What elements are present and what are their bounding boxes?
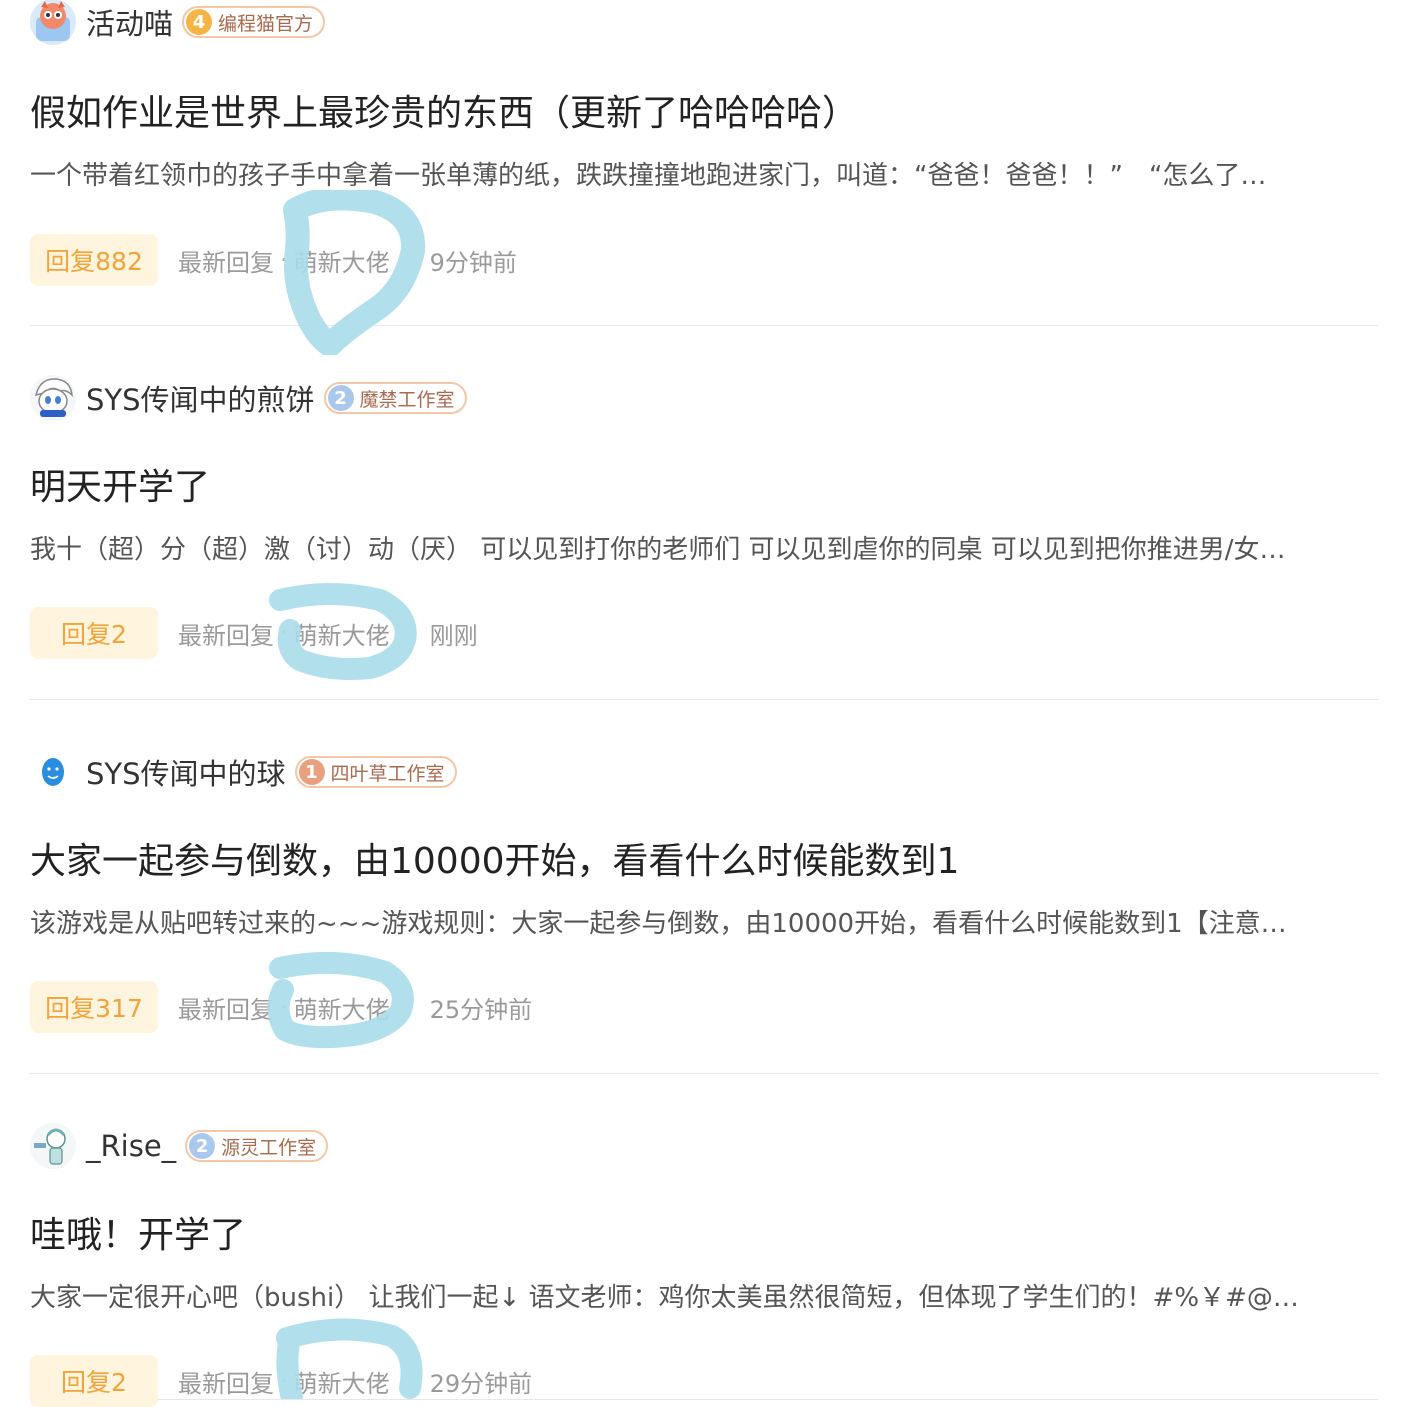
post-title[interactable]: 明天开学了	[30, 458, 210, 510]
post-excerpt[interactable]: 大家一定很开心吧（bushi） 让我们一起↓ 语文老师：鸡你太美虽然很简短，但体…	[30, 1277, 1378, 1314]
separator-dot: ·	[280, 619, 288, 647]
post-card[interactable]: _Rise_ 2 源灵工作室 哇哦！开学了 大家一定很开心吧（bushi） 让我…	[30, 1074, 1378, 1407]
meta-row: 回复317 最新回复 · 萌新大佬 25分钟前	[30, 981, 532, 1033]
post-excerpt[interactable]: 该游戏是从贴吧转过来的~~~游戏规则：大家一起参与倒数，由10000开始，看看什…	[30, 903, 1378, 940]
author-row: SYS传闻中的煎饼 2 魔禁工作室	[30, 373, 467, 423]
post-title[interactable]: 大家一起参与倒数，由10000开始，看看什么时候能数到1	[30, 832, 959, 884]
meta-row: 回复2 最新回复 · 萌新大佬 刚刚	[30, 607, 478, 659]
badge-label: 编程猫官方	[218, 12, 314, 35]
reply-time: 9分钟前	[429, 248, 517, 277]
sketch-character-icon[interactable]	[30, 1123, 76, 1169]
studio-badge[interactable]: 1 四叶草工作室	[294, 756, 457, 788]
post-excerpt[interactable]: 一个带着红领巾的孩子手中拿着一张单薄的纸，跌跌撞撞地跑进家门，叫道：“爸爸！爸爸…	[30, 155, 1378, 192]
cat-mascot-icon[interactable]	[30, 0, 76, 45]
author-row: 活动喵 4 编程猫官方	[30, 0, 326, 47]
separator-dot: ·	[280, 1367, 288, 1395]
post-card[interactable]: SYS传闻中的煎饼 2 魔禁工作室 明天开学了 我十（超）分（超）激（讨）动（厌…	[30, 326, 1378, 700]
level-icon: 2	[189, 1133, 216, 1159]
latest-reply-label: 最新回复	[178, 995, 274, 1024]
author-name[interactable]: SYS传闻中的球	[86, 751, 286, 793]
studio-badge[interactable]: 2 魔禁工作室	[323, 382, 467, 414]
reply-count-button[interactable]: 回复317	[30, 981, 158, 1033]
studio-badge[interactable]: 2 源灵工作室	[185, 1130, 329, 1162]
post-title[interactable]: 哇哦！开学了	[30, 1206, 246, 1258]
anime-character-icon[interactable]	[30, 375, 76, 421]
meta-row: 回复882 最新回复 · 萌新大佬 9分钟前	[30, 234, 517, 286]
latest-reply-user[interactable]: 萌新大佬	[294, 990, 390, 1025]
author-name[interactable]: _Rise_	[86, 1129, 176, 1163]
author-name[interactable]: 活动喵	[86, 1, 173, 43]
blue-ball-icon[interactable]	[30, 749, 76, 795]
author-row: SYS传闻中的球 1 四叶草工作室	[30, 747, 457, 797]
reply-count-button[interactable]: 回复2	[30, 1355, 158, 1407]
post-card[interactable]: SYS传闻中的球 1 四叶草工作室 大家一起参与倒数，由10000开始，看看什么…	[30, 700, 1378, 1074]
latest-reply-label: 最新回复	[178, 1369, 274, 1398]
latest-reply-label: 最新回复	[178, 621, 274, 650]
post-card[interactable]: 活动喵 4 编程猫官方 假如作业是世界上最珍贵的东西（更新了哈哈哈哈） 一个带着…	[30, 0, 1378, 326]
reply-time: 29分钟前	[429, 1369, 533, 1398]
latest-reply-user[interactable]: 萌新大佬	[294, 243, 390, 278]
level-icon: 4	[186, 9, 213, 35]
badge-label: 魔禁工作室	[359, 388, 455, 411]
latest-reply-user[interactable]: 萌新大佬	[294, 1364, 390, 1399]
badge-label: 源灵工作室	[221, 1136, 317, 1159]
meta-row: 回复2 最新回复 · 萌新大佬 29分钟前	[30, 1355, 532, 1407]
level-icon: 2	[327, 385, 354, 411]
level-icon: 1	[298, 759, 325, 785]
author-row: _Rise_ 2 源灵工作室	[30, 1121, 329, 1171]
reply-count-button[interactable]: 回复2	[30, 607, 158, 659]
separator-dot: ·	[280, 246, 288, 274]
reply-time: 刚刚	[429, 621, 478, 650]
reply-count-button[interactable]: 回复882	[30, 234, 158, 286]
separator-dot: ·	[280, 993, 288, 1021]
author-name[interactable]: SYS传闻中的煎饼	[86, 377, 315, 419]
latest-reply-label: 最新回复	[178, 248, 274, 277]
studio-badge[interactable]: 4 编程猫官方	[182, 6, 326, 38]
post-title[interactable]: 假如作业是世界上最珍贵的东西（更新了哈哈哈哈）	[30, 84, 858, 136]
badge-label: 四叶草工作室	[330, 762, 445, 785]
post-excerpt[interactable]: 我十（超）分（超）激（讨）动（厌） 可以见到打你的老师们 可以见到虐你的同桌 可…	[30, 529, 1378, 566]
latest-reply-user[interactable]: 萌新大佬	[294, 616, 390, 651]
reply-time: 25分钟前	[429, 995, 533, 1024]
